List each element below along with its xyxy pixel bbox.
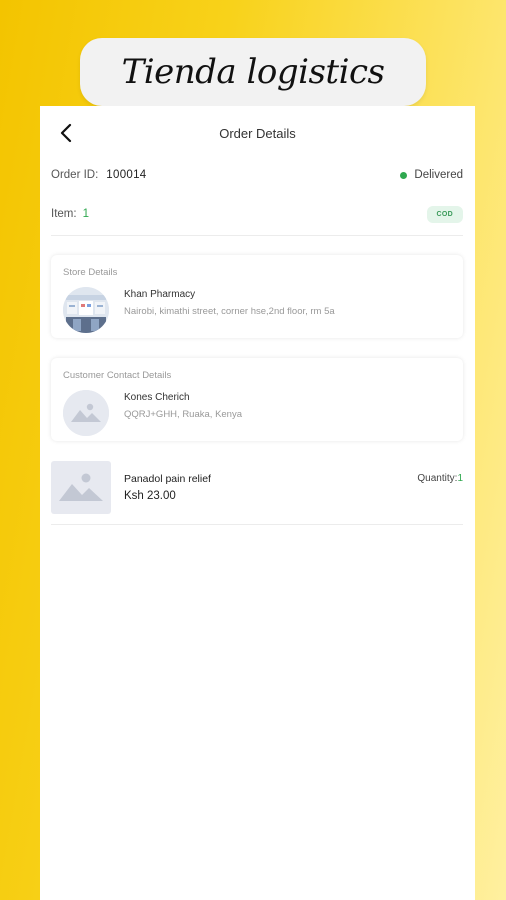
image-placeholder-icon xyxy=(63,390,109,436)
store-address: Nairobi, kimathi street, corner hse,2nd … xyxy=(124,306,335,317)
store-avatar xyxy=(63,287,109,333)
image-placeholder-icon xyxy=(59,473,103,501)
quantity-value: 1 xyxy=(457,473,463,484)
status-dot-icon xyxy=(400,171,408,179)
product-list-item[interactable]: Panadol pain relief Ksh 23.00 Quantity:1 xyxy=(51,461,463,525)
brand-title: Tienda logistics xyxy=(121,52,385,92)
store-name: Khan Pharmacy xyxy=(124,289,196,300)
payment-method-badge: COD xyxy=(426,205,463,223)
product-name: Panadol pain relief xyxy=(124,473,211,485)
status-badge: Delivered xyxy=(400,169,463,181)
brand-banner: Tienda logistics xyxy=(80,38,426,106)
item-label: Item: xyxy=(51,208,77,220)
product-price: Ksh 23.00 xyxy=(124,490,176,502)
page-title: Order Details xyxy=(219,125,296,141)
customer-address: QQRJ+GHH, Ruaka, Kenya xyxy=(124,409,243,420)
customer-name: Kones Cherich xyxy=(124,392,190,403)
divider xyxy=(51,235,463,236)
customer-section-title: Customer Contact Details xyxy=(63,370,172,381)
order-id-row: Order ID: 100014 Delivered xyxy=(51,169,463,181)
order-id-value: 100014 xyxy=(106,169,147,181)
product-quantity: Quantity:1 xyxy=(417,473,463,484)
customer-contact-card[interactable]: Customer Contact Details Kones Cherich Q… xyxy=(51,358,463,441)
quantity-label: Quantity: xyxy=(417,473,458,484)
item-count-row: Item: 1 COD xyxy=(51,204,463,224)
item-count: 1 xyxy=(82,208,89,220)
app-screen: Order Details Order ID: 100014 Delivered … xyxy=(40,106,475,900)
store-details-card[interactable]: Store Details Khan Pharmacy Nairobi, kim… xyxy=(51,255,463,338)
product-thumbnail xyxy=(51,461,111,514)
status-text: Delivered xyxy=(414,169,463,181)
top-bar: Order Details xyxy=(40,106,475,160)
order-id-label: Order ID: xyxy=(51,169,99,181)
back-arrow-icon[interactable] xyxy=(56,122,78,144)
pharmacy-store-photo-icon xyxy=(63,287,109,333)
customer-avatar xyxy=(63,390,109,436)
store-section-title: Store Details xyxy=(63,267,118,278)
